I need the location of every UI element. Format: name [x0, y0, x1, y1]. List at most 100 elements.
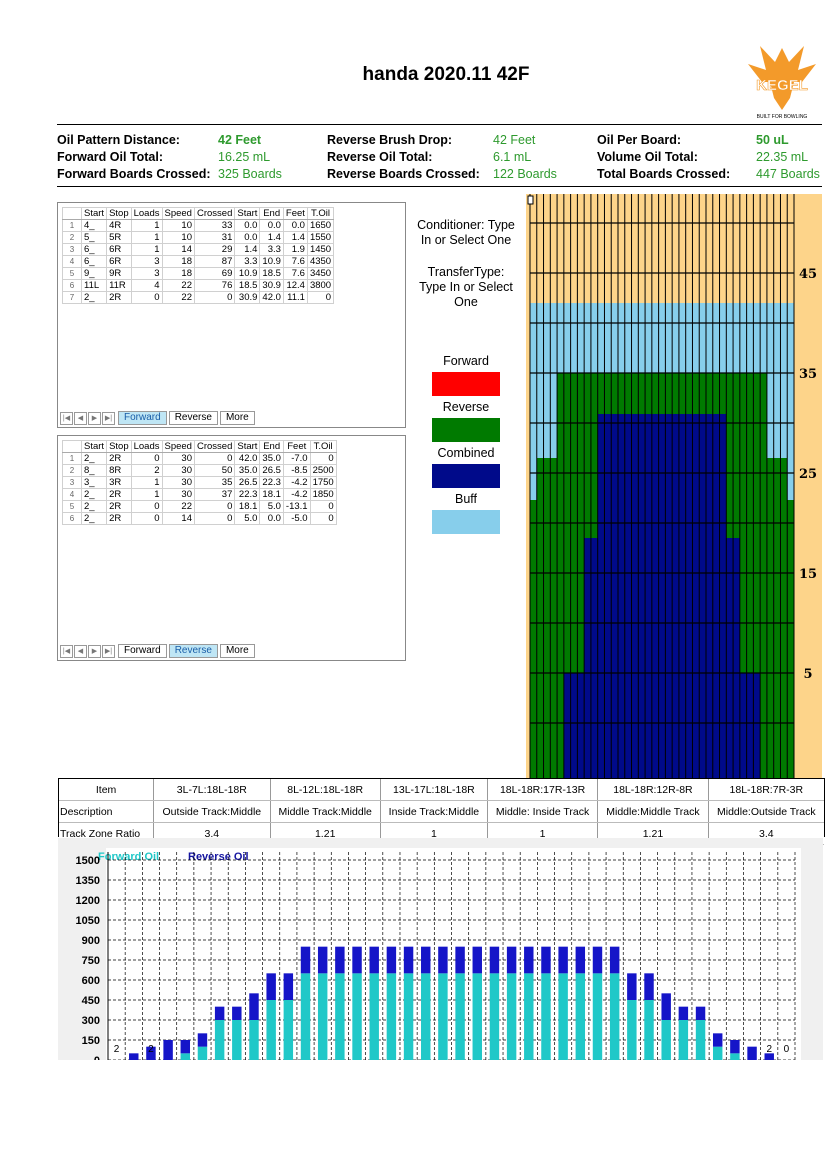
reverse-table-cell[interactable]: 1: [130, 476, 163, 489]
forward-table-cell[interactable]: 4350: [306, 255, 335, 268]
forward-table-row[interactable]: 5 9_ 9R 3 18 69 10.9 18.5 7.6 3450: [62, 267, 335, 280]
forward-table-cell[interactable]: 4_: [80, 219, 108, 232]
reverse-table-cell[interactable]: 2_: [80, 512, 108, 525]
forward-table-cell[interactable]: 0.0: [282, 219, 308, 232]
reverse-table-cell[interactable]: 35.0: [234, 464, 261, 477]
sheet-nav-arrow-icon[interactable]: ▶: [88, 411, 101, 425]
sheet-nav-arrow-icon[interactable]: |◀: [60, 411, 73, 425]
forward-table-cell[interactable]: 6_: [80, 255, 108, 268]
forward-table-cell[interactable]: 3450: [306, 267, 335, 280]
reverse-table-cell[interactable]: 18.1: [259, 488, 284, 501]
reverse-table-cell[interactable]: 0: [193, 452, 236, 465]
reverse-table-cell[interactable]: 18.1: [234, 500, 261, 513]
reverse-table-cell[interactable]: 2_: [80, 488, 108, 501]
forward-table-cell[interactable]: 3: [62, 243, 82, 256]
reverse-table-cell[interactable]: 5: [62, 500, 82, 513]
reverse-table-cell[interactable]: 0: [309, 500, 337, 513]
forward-table-cell[interactable]: 30.9: [259, 279, 284, 292]
reverse-table-cell[interactable]: 35: [193, 476, 236, 489]
reverse-table-row[interactable]: 3 3_ 3R 1 30 35 26.5 22.3 -4.2 1750: [62, 476, 337, 489]
reverse-table-cell[interactable]: 1: [130, 488, 163, 501]
reverse-table-row[interactable]: 5 2_ 2R 0 22 0 18.1 5.0 -13.1 0: [62, 500, 337, 513]
reverse-table-cell[interactable]: 2R: [106, 452, 132, 465]
reverse-table-cell[interactable]: 30: [161, 452, 195, 465]
sheet-tab-reverse[interactable]: Reverse: [168, 644, 218, 658]
forward-table-row[interactable]: 2 5_ 5R 1 10 31 0.0 1.4 1.4 1550: [62, 231, 335, 244]
forward-table-cell[interactable]: 87: [193, 255, 236, 268]
forward-table-row[interactable]: 6 11L 11R 4 22 76 18.5 30.9 12.4 3800: [62, 279, 335, 292]
forward-table-cell[interactable]: 3800: [306, 279, 335, 292]
forward-table-cell[interactable]: 18: [161, 267, 195, 280]
forward-table-cell[interactable]: 1.9: [282, 243, 308, 256]
reverse-table-row[interactable]: 4 2_ 2R 1 30 37 22.3 18.1 -4.2 1850: [62, 488, 337, 501]
reverse-table-cell[interactable]: -8.5: [282, 464, 311, 477]
forward-table-cell[interactable]: 18.5: [259, 267, 284, 280]
forward-table-cell[interactable]: 1: [130, 231, 163, 244]
reverse-table-cell[interactable]: 35.0: [259, 452, 284, 465]
reverse-table-cell[interactable]: 3R: [106, 476, 132, 489]
reverse-table-cell[interactable]: 0: [130, 500, 163, 513]
forward-table-cell[interactable]: 1.4: [282, 231, 308, 244]
sheet-nav-arrow-icon[interactable]: ◀: [74, 411, 87, 425]
forward-table-cell[interactable]: 12.4: [282, 279, 308, 292]
reverse-table-cell[interactable]: 0: [309, 452, 337, 465]
forward-table-cell[interactable]: 5: [62, 267, 82, 280]
reverse-table-cell[interactable]: 30: [161, 476, 195, 489]
reverse-table-cell[interactable]: 30: [161, 464, 195, 477]
reverse-table-cell[interactable]: 26.5: [259, 464, 284, 477]
forward-table-cell[interactable]: 4: [62, 255, 82, 268]
forward-table-cell[interactable]: 11L: [80, 279, 108, 292]
forward-table-cell[interactable]: 11R: [106, 279, 132, 292]
reverse-table-cell[interactable]: 22.3: [234, 488, 261, 501]
sheet-tab-more[interactable]: More: [219, 411, 255, 425]
forward-table-cell[interactable]: 1.4: [259, 231, 284, 244]
sheet-tab-forward[interactable]: Forward: [118, 644, 167, 658]
reverse-table-cell[interactable]: 0: [193, 500, 236, 513]
forward-table-cell[interactable]: 3: [130, 255, 163, 268]
sheet-nav-arrow-icon[interactable]: ▶|: [102, 411, 115, 425]
forward-table-cell[interactable]: 18: [161, 255, 195, 268]
forward-table-cell[interactable]: 10: [161, 219, 195, 232]
forward-table-cell[interactable]: 6_: [80, 243, 108, 256]
reverse-table-cell[interactable]: 2_: [80, 500, 108, 513]
reverse-table-cell[interactable]: 14: [161, 512, 195, 525]
reverse-table-cell[interactable]: 42.0: [234, 452, 261, 465]
forward-table-cell[interactable]: 14: [161, 243, 195, 256]
reverse-table-cell[interactable]: 2R: [106, 512, 132, 525]
reverse-table-cell[interactable]: 0: [130, 512, 163, 525]
reverse-table-cell[interactable]: 3_: [80, 476, 108, 489]
forward-table-cell[interactable]: 0: [193, 291, 236, 304]
sheet-tab-reverse[interactable]: Reverse: [168, 411, 218, 425]
reverse-table-cell[interactable]: 8R: [106, 464, 132, 477]
forward-table-cell[interactable]: 6R: [106, 243, 132, 256]
forward-table-cell[interactable]: 7.6: [282, 267, 308, 280]
forward-table-cell[interactable]: 1650: [306, 219, 335, 232]
reverse-table-cell[interactable]: -4.2: [282, 488, 311, 501]
reverse-table-cell[interactable]: 5.0: [234, 512, 261, 525]
reverse-table-cell[interactable]: 50: [193, 464, 236, 477]
forward-table-cell[interactable]: 3: [130, 267, 163, 280]
reverse-table-cell[interactable]: 2500: [309, 464, 337, 477]
forward-sheet-tabs[interactable]: |◀ ◀ ▶ ▶| Forward Reverse More: [60, 411, 255, 425]
forward-table-cell[interactable]: 0.0: [234, 231, 261, 244]
reverse-table-cell[interactable]: -13.1: [282, 500, 311, 513]
reverse-table-cell[interactable]: 26.5: [234, 476, 261, 489]
forward-table-cell[interactable]: 0.0: [259, 219, 284, 232]
forward-table-cell[interactable]: 22: [161, 291, 195, 304]
forward-table-cell[interactable]: 10.9: [259, 255, 284, 268]
forward-table-row[interactable]: 7 2_ 2R 0 22 0 30.9 42.0 11.1 0: [62, 291, 335, 304]
forward-table-cell[interactable]: 5R: [106, 231, 132, 244]
forward-table-cell[interactable]: 69: [193, 267, 236, 280]
forward-table-cell[interactable]: 5_: [80, 231, 108, 244]
forward-table-cell[interactable]: 7: [62, 291, 82, 304]
forward-table-cell[interactable]: 4: [130, 279, 163, 292]
reverse-table-cell[interactable]: 4: [62, 488, 82, 501]
sheet-nav-arrow-icon[interactable]: ◀: [74, 644, 87, 658]
forward-table-row[interactable]: 1 4_ 4R 1 10 33 0.0 0.0 0.0 1650: [62, 219, 335, 232]
forward-table-cell[interactable]: 29: [193, 243, 236, 256]
reverse-table-cell[interactable]: 8_: [80, 464, 108, 477]
forward-table-cell[interactable]: 42.0: [259, 291, 284, 304]
forward-table-cell[interactable]: 1.4: [234, 243, 261, 256]
sheet-nav-arrow-icon[interactable]: |◀: [60, 644, 73, 658]
reverse-table-cell[interactable]: -4.2: [282, 476, 311, 489]
